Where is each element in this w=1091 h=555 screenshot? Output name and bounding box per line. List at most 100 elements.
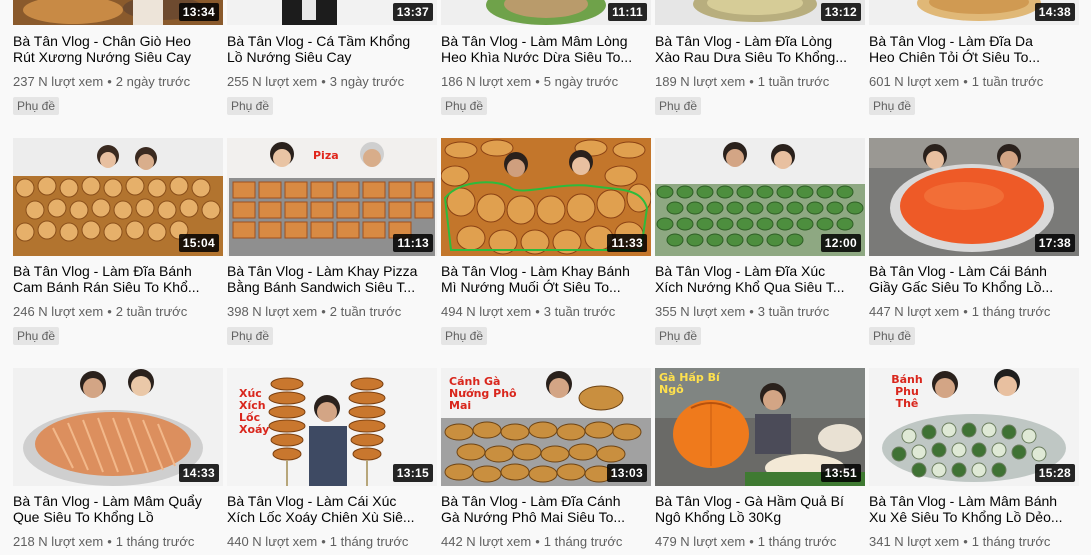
subtitle-badge: Phụ đề [655, 97, 702, 115]
video-title[interactable]: Bà Tân Vlog - Làm Cái Xúc Xích Lốc Xoáy C… [227, 493, 427, 525]
video-meta: 398 N lượt xem • 2 tuần trước [227, 304, 402, 319]
video-thumbnail[interactable]: 17:38 [869, 138, 1079, 256]
video-thumbnail[interactable]: Bánh Phu Thê 15:28 [869, 368, 1079, 486]
thumbnail-caption: Piza [313, 149, 339, 162]
video-card[interactable]: Gà Hấp Bí Ngô 13:51 Bà Tân Vlog - Gà Hầm… [655, 368, 865, 549]
subtitle-badge: Phụ đề [227, 327, 274, 345]
video-thumbnail[interactable]: 13:12 [655, 0, 865, 25]
upload-age: 1 tháng trước [971, 534, 1051, 549]
video-thumbnail[interactable]: 13:34 [13, 0, 223, 25]
video-thumbnail[interactable]: 13:37 [227, 0, 437, 25]
video-title[interactable]: Bà Tân Vlog - Làm Khay Bánh Mì Nướng Muối… [441, 263, 641, 295]
subtitle-badge: Phụ đề [227, 97, 274, 115]
upload-age: 2 ngày trước [115, 74, 191, 89]
view-count: 440 N lượt xem [227, 534, 318, 549]
view-count: 494 N lượt xem [441, 304, 532, 319]
video-thumbnail[interactable]: Xúc Xích Lốc Xoáy 13:15 [227, 368, 437, 486]
video-card[interactable]: 13:12 Bà Tân Vlog - Làm Đĩa Lòng Xào Rau … [655, 0, 865, 115]
subtitle-badge: Phụ đề [441, 327, 488, 345]
video-title[interactable]: Bà Tân Vlog - Làm Đĩa Xúc Xích Nướng Khổ … [655, 263, 855, 295]
view-count: 447 N lượt xem [869, 304, 960, 319]
video-card[interactable]: 13:37 Bà Tân Vlog - Cá Tầm Khổng Lồ Nướng… [227, 0, 437, 115]
video-card[interactable]: 11:33 Bà Tân Vlog - Làm Khay Bánh Mì Nướn… [441, 138, 651, 345]
video-thumbnail[interactable]: 14:33 [13, 368, 223, 486]
upload-age: 1 tháng trước [757, 534, 837, 549]
duration-badge: 13:15 [392, 464, 433, 482]
video-card[interactable]: 12:00 Bà Tân Vlog - Làm Đĩa Xúc Xích Nướn… [655, 138, 865, 345]
video-card[interactable]: Piza 11:13 Bà Tân Vlog - Làm Khay Pizza B… [227, 138, 437, 345]
video-title[interactable]: Bà Tân Vlog - Làm Cái Bánh Giầy Gấc Siêu … [869, 263, 1069, 295]
thumbnail-caption: Xúc Xích Lốc Xoáy [239, 387, 270, 436]
view-count: 442 N lượt xem [441, 534, 532, 549]
video-title[interactable]: Bà Tân Vlog - Làm Mâm Quẩy Que Siêu To Kh… [13, 493, 213, 525]
upload-age: 1 tháng trước [329, 534, 409, 549]
thumbnail-caption: Cánh Gà Nướng Phô Mai [449, 375, 517, 412]
video-title[interactable]: Bà Tân Vlog - Chân Giò Heo Rút Xương Nướn… [13, 33, 213, 65]
duration-badge: 14:33 [178, 464, 219, 482]
video-thumbnail[interactable]: Gà Hấp Bí Ngô 13:51 [655, 368, 865, 486]
upload-age: 3 ngày trước [329, 74, 405, 89]
view-count: 246 N lượt xem [13, 304, 104, 319]
video-title[interactable]: Bà Tân Vlog - Làm Mâm Bánh Xu Xê Siêu To … [869, 493, 1069, 525]
duration-badge: 13:12 [820, 3, 861, 21]
video-thumbnail[interactable]: 12:00 [655, 138, 865, 256]
video-card[interactable]: Xúc Xích Lốc Xoáy 13:15 Bà Tân Vlog - Là… [227, 368, 437, 549]
video-card[interactable]: 11:11 Bà Tân Vlog - Làm Mâm Lòng Heo Khìa… [441, 0, 651, 115]
video-card[interactable]: 14:33 Bà Tân Vlog - Làm Mâm Quẩy Que Siêu… [13, 368, 223, 549]
thumbnail-caption: Bánh Phu Thê [891, 373, 923, 410]
subtitle-badge: Phụ đề [655, 327, 702, 345]
view-count: 237 N lượt xem [13, 74, 104, 89]
view-count: 341 N lượt xem [869, 534, 960, 549]
video-meta: 479 N lượt xem • 1 tháng trước [655, 534, 837, 549]
upload-age: 1 tuần trước [757, 74, 830, 89]
duration-badge: 13:51 [820, 464, 861, 482]
video-title[interactable]: Bà Tân Vlog - Làm Khay Pizza Bằng Bánh Sa… [227, 263, 427, 295]
view-count: 189 N lượt xem [655, 74, 746, 89]
video-title[interactable]: Bà Tân Vlog - Cá Tầm Khổng Lồ Nướng Siêu … [227, 33, 427, 65]
video-card[interactable]: 13:34 Bà Tân Vlog - Chân Giò Heo Rút Xươn… [13, 0, 223, 115]
video-thumbnail[interactable]: 11:11 [441, 0, 651, 25]
duration-badge: 13:34 [178, 3, 219, 21]
video-card[interactable]: 14:38 Bà Tân Vlog - Làm Đĩa Da Heo Chiên … [869, 0, 1079, 115]
video-thumbnail[interactable]: 15:04 [13, 138, 223, 256]
duration-badge: 12:00 [820, 234, 861, 252]
video-thumbnail[interactable]: Cánh Gà Nướng Phô Mai 13:03 [441, 368, 651, 486]
video-meta: 255 N lượt xem • 3 ngày trước [227, 74, 405, 89]
upload-age: 1 tuần trước [971, 74, 1044, 89]
video-card[interactable]: 17:38 Bà Tân Vlog - Làm Cái Bánh Giầy Gấc… [869, 138, 1079, 345]
subtitle-badge: Phụ đề [13, 97, 60, 115]
duration-badge: 11:13 [393, 234, 433, 252]
video-title[interactable]: Bà Tân Vlog - Làm Đĩa Cánh Gà Nướng Phô M… [441, 493, 641, 525]
video-thumbnail[interactable]: 11:33 [441, 138, 651, 256]
video-card[interactable]: 15:04 Bà Tân Vlog - Làm Đĩa Bánh Cam Bánh… [13, 138, 223, 345]
duration-badge: 17:38 [1034, 234, 1075, 252]
video-title[interactable]: Bà Tân Vlog - Làm Đĩa Lòng Xào Rau Dưa Si… [655, 33, 855, 65]
duration-badge: 11:33 [607, 234, 647, 252]
video-title[interactable]: Bà Tân Vlog - Làm Đĩa Da Heo Chiên Tỏi Ớt… [869, 33, 1069, 65]
subtitle-badge: Phụ đề [441, 97, 488, 115]
video-title[interactable]: Bà Tân Vlog - Làm Đĩa Bánh Cam Bánh Rán S… [13, 263, 213, 295]
video-meta: 355 N lượt xem • 3 tuần trước [655, 304, 830, 319]
video-title[interactable]: Bà Tân Vlog - Gà Hầm Quả Bí Ngô Khổng Lồ … [655, 493, 855, 525]
upload-age: 1 tháng trước [115, 534, 195, 549]
video-meta: 440 N lượt xem • 1 tháng trước [227, 534, 409, 549]
view-count: 255 N lượt xem [227, 74, 318, 89]
video-meta: 341 N lượt xem • 1 tháng trước [869, 534, 1051, 549]
thumbnail-caption: Gà Hấp Bí Ngô [659, 371, 720, 396]
video-title[interactable]: Bà Tân Vlog - Làm Mâm Lòng Heo Khìa Nước … [441, 33, 641, 65]
video-card[interactable]: Bánh Phu Thê 15:28 Bà Tân Vlog - Làm Mâm… [869, 368, 1079, 549]
duration-badge: 13:03 [606, 464, 647, 482]
subtitle-badge: Phụ đề [13, 327, 60, 345]
upload-age: 3 tuần trước [543, 304, 616, 319]
video-meta: 186 N lượt xem • 5 ngày trước [441, 74, 619, 89]
video-thumbnail[interactable]: 14:38 [869, 0, 1079, 25]
duration-badge: 15:04 [178, 234, 219, 252]
view-count: 479 N lượt xem [655, 534, 746, 549]
video-card[interactable]: Cánh Gà Nướng Phô Mai 13:03 Bà Tân Vlog … [441, 368, 651, 549]
video-meta: 237 N lượt xem • 2 ngày trước [13, 74, 191, 89]
subtitle-badge: Phụ đề [869, 327, 916, 345]
video-meta: 601 N lượt xem • 1 tuần trước [869, 74, 1044, 89]
video-thumbnail[interactable]: Piza 11:13 [227, 138, 437, 256]
duration-badge: 15:28 [1034, 464, 1075, 482]
view-count: 601 N lượt xem [869, 74, 960, 89]
